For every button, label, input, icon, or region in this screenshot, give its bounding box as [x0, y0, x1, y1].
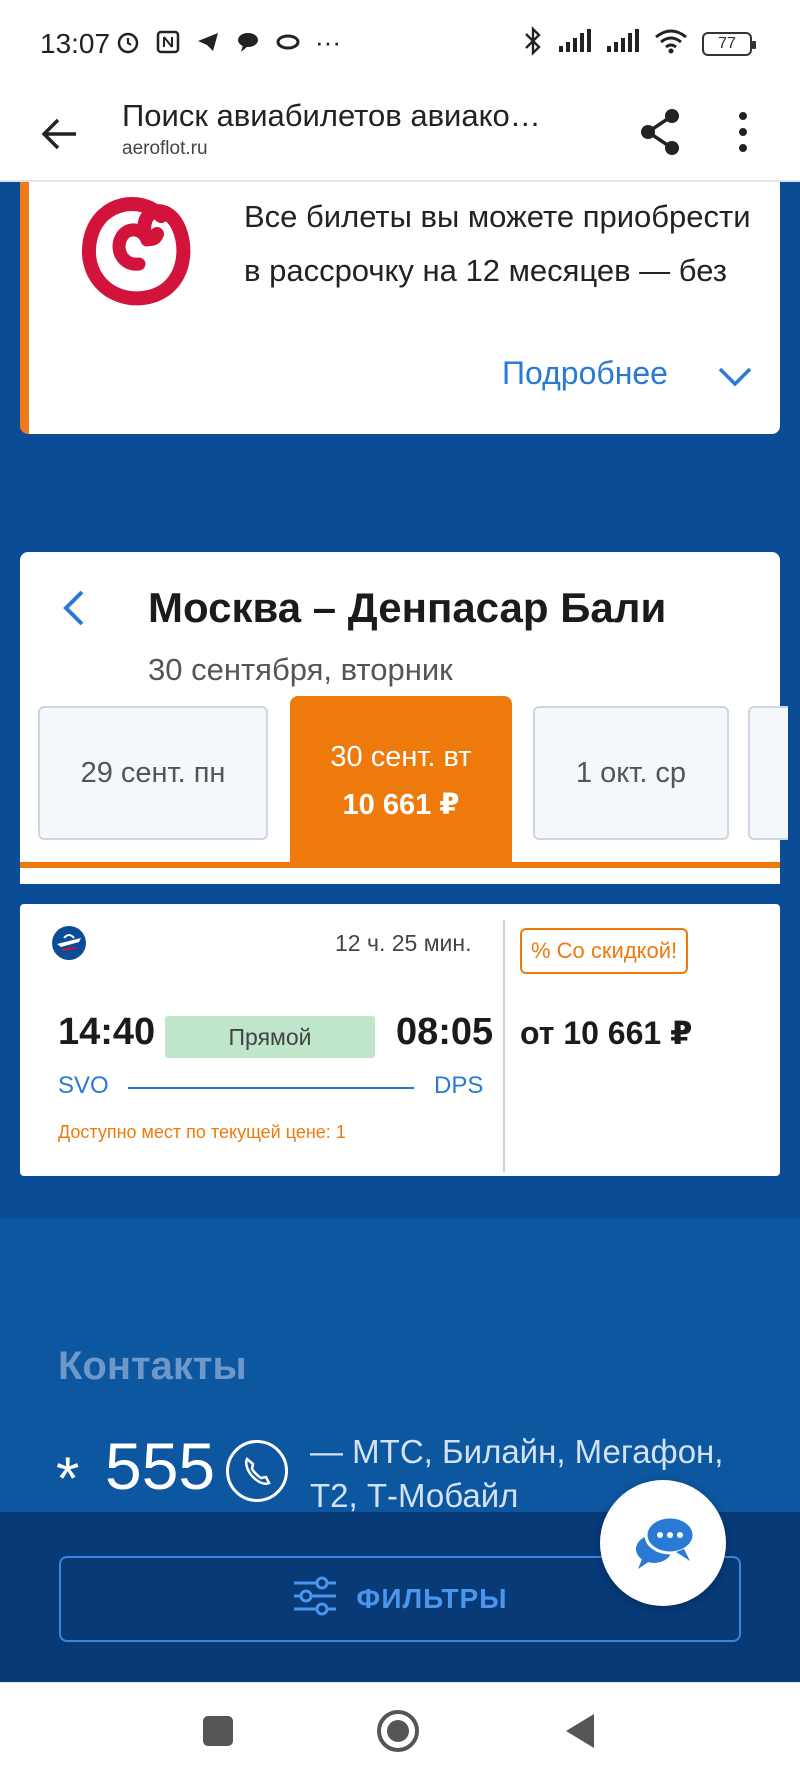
- airline-logo-icon: [52, 926, 86, 960]
- browser-toolbar: Поиск авиабилетов авиако… aeroflot.ru: [0, 90, 800, 182]
- alarm-icon: [114, 28, 142, 56]
- date-tab-1[interactable]: 1 окт. ср: [533, 706, 729, 840]
- chat-bubble-icon: [234, 28, 262, 56]
- date-tab-price: 10 661 ₽: [342, 788, 460, 821]
- system-icons: 77: [522, 26, 756, 61]
- chat-icon: [628, 1511, 698, 1576]
- link-icon: [274, 28, 302, 56]
- route-title: Москва – Денпасар Бали: [148, 584, 667, 631]
- short-phone-number[interactable]: 555: [105, 1428, 215, 1504]
- page-content: Все билеты вы можете приобрести в рассро…: [0, 182, 800, 1682]
- departure-time: 14:40: [58, 1011, 156, 1053]
- recent-apps-icon[interactable]: [194, 1707, 242, 1755]
- route-date: 30 сентября, вторник: [148, 652, 453, 687]
- signal-icon: [606, 28, 640, 59]
- date-tab-label: 1 окт. ср: [575, 757, 687, 789]
- arrival-airport-code: DPS: [434, 1072, 484, 1099]
- tabs-underline: [20, 862, 780, 868]
- date-tab-29[interactable]: 29 сент. пн: [38, 706, 268, 840]
- nfc-icon: [154, 28, 182, 56]
- notification-icons: ···: [114, 26, 342, 57]
- date-tab-next-partial[interactable]: [748, 706, 788, 840]
- telegram-icon: [194, 28, 222, 56]
- more-menu-icon[interactable]: [728, 104, 758, 160]
- chevron-down-icon[interactable]: [717, 362, 753, 392]
- page-url[interactable]: aeroflot.ru: [122, 138, 208, 160]
- phone-icon[interactable]: [226, 1440, 288, 1502]
- back-triangle-icon[interactable]: [556, 1707, 604, 1755]
- phone-star: *: [56, 1445, 80, 1512]
- discount-badge: % Со скидкой!: [520, 928, 689, 974]
- signal-icon: [558, 28, 592, 59]
- departure-airport-code: SVO: [58, 1072, 109, 1099]
- system-navigation-bar: [0, 1682, 800, 1777]
- wifi-icon: [654, 28, 688, 59]
- filters-sliders-icon: [292, 1576, 338, 1623]
- back-arrow-icon[interactable]: [36, 110, 84, 158]
- page-title: Поиск авиабилетов авиако…: [122, 98, 541, 133]
- chevron-left-icon[interactable]: [56, 586, 92, 630]
- flight-result-card[interactable]: 12 ч. 25 мин. 14:40 Прямой 08:05 SVO DPS…: [20, 904, 780, 1176]
- contacts-title: Контакты: [58, 1344, 247, 1388]
- flight-duration: 12 ч. 25 мин.: [335, 930, 472, 956]
- share-icon[interactable]: [636, 104, 686, 160]
- seats-availability-note: Доступно мест по текущей цене: 1: [58, 1122, 346, 1142]
- date-tab-30-selected[interactable]: 30 сент. вт 10 661 ₽: [290, 696, 512, 862]
- installment-logo-icon: [73, 186, 199, 312]
- battery-icon: 77: [702, 31, 756, 56]
- installment-promo-card: Все билеты вы можете приобрести в рассро…: [20, 182, 780, 434]
- promo-more-link[interactable]: Подробнее: [502, 355, 668, 392]
- direct-flight-badge: Прямой: [165, 1016, 375, 1058]
- home-icon[interactable]: [374, 1707, 422, 1755]
- arrival-time: 08:05: [396, 1011, 494, 1053]
- bluetooth-icon: [522, 26, 544, 61]
- status-time: 13:07: [40, 28, 111, 59]
- card-divider: [503, 920, 505, 1172]
- route-line: [128, 1087, 414, 1089]
- route-card: Москва – Денпасар Бали 30 сентября, втор…: [20, 552, 788, 884]
- date-tab-label: 29 сент. пн: [80, 757, 226, 789]
- filters-label: ФИЛЬТРЫ: [356, 1583, 508, 1614]
- promo-text: Все билеты вы можете приобрести в рассро…: [244, 199, 751, 288]
- more-notifications-icon: ···: [315, 26, 341, 57]
- status-bar: 13:07 ··· 77: [0, 0, 800, 90]
- chat-button[interactable]: [600, 1480, 726, 1606]
- date-tab-label: 30 сент. вт: [330, 740, 472, 773]
- flight-price[interactable]: от 10 661 ₽: [520, 1014, 692, 1052]
